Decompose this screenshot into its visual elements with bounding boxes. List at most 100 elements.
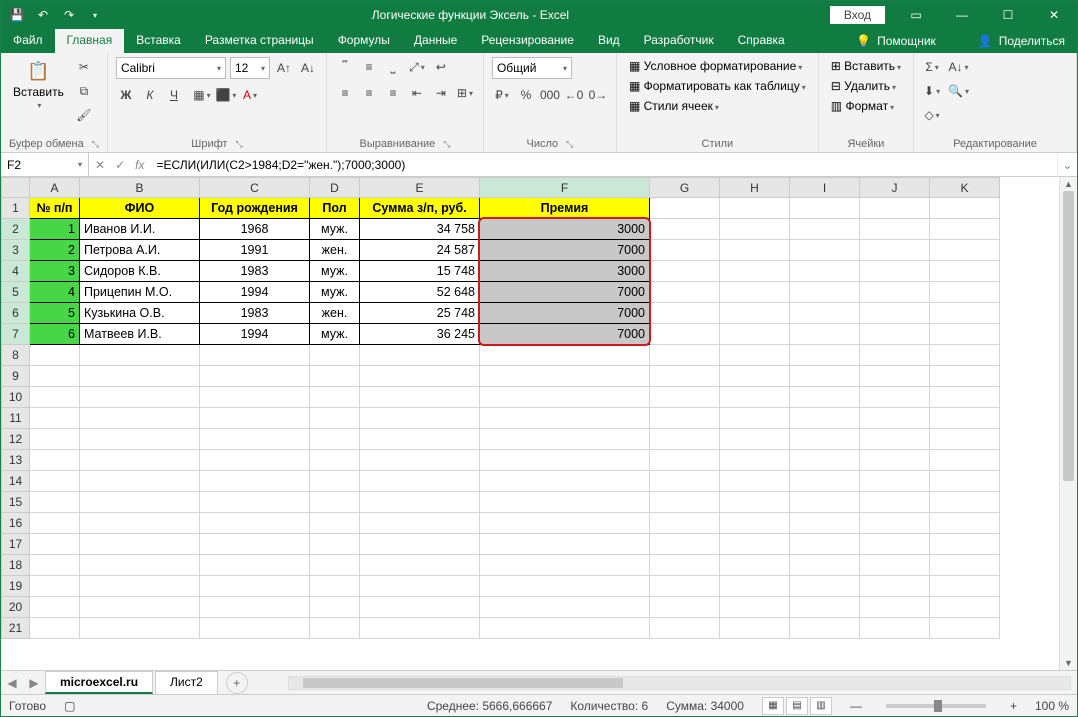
cell[interactable] [310, 387, 360, 408]
cell[interactable] [650, 282, 720, 303]
cell[interactable] [790, 219, 860, 240]
cell[interactable] [200, 513, 310, 534]
cell[interactable] [720, 534, 790, 555]
cell[interactable] [30, 408, 80, 429]
share-icon[interactable]: 👤 [978, 34, 993, 48]
cell[interactable] [720, 513, 790, 534]
cell[interactable] [860, 366, 930, 387]
cell[interactable] [200, 576, 310, 597]
share-button[interactable]: Поделиться [999, 34, 1065, 48]
cell[interactable] [790, 471, 860, 492]
cell[interactable]: 1968 [200, 219, 310, 240]
cell[interactable]: 1 [30, 219, 80, 240]
cell[interactable] [360, 513, 480, 534]
cell[interactable]: муж. [310, 282, 360, 303]
column-header[interactable]: F [480, 178, 650, 198]
cell[interactable] [860, 450, 930, 471]
cell[interactable] [360, 597, 480, 618]
cell[interactable] [480, 450, 650, 471]
cell[interactable] [720, 387, 790, 408]
cell[interactable] [200, 387, 310, 408]
cell[interactable]: 7000 [480, 282, 650, 303]
cell[interactable] [720, 429, 790, 450]
cell[interactable]: Сидоров К.В. [80, 261, 200, 282]
cell[interactable] [360, 408, 480, 429]
delete-cells-button[interactable]: ⊟ Удалить▾ [827, 77, 900, 95]
cell[interactable] [790, 513, 860, 534]
column-header[interactable]: B [80, 178, 200, 198]
cell[interactable] [930, 282, 1000, 303]
cell[interactable] [650, 471, 720, 492]
zoom-slider[interactable] [886, 704, 986, 708]
cell[interactable]: 7000 [480, 303, 650, 324]
scroll-up-icon[interactable]: ▲ [1060, 177, 1077, 191]
cell[interactable] [200, 366, 310, 387]
cell[interactable] [360, 387, 480, 408]
cell[interactable] [80, 408, 200, 429]
cell[interactable] [860, 576, 930, 597]
tab-вид[interactable]: Вид [586, 29, 632, 53]
row-header[interactable]: 1 [2, 198, 30, 219]
cell[interactable] [930, 429, 1000, 450]
cell[interactable]: 3000 [480, 261, 650, 282]
orientation-icon[interactable]: ⤢▾ [407, 57, 427, 77]
row-header[interactable]: 15 [2, 492, 30, 513]
enter-formula-icon[interactable]: ✓ [115, 158, 125, 172]
cell[interactable] [80, 450, 200, 471]
increase-indent-icon[interactable]: ⇥ [431, 83, 451, 103]
cell[interactable] [790, 618, 860, 639]
cell[interactable] [30, 387, 80, 408]
conditional-format-button[interactable]: ▦ Условное форматирование▾ [625, 57, 806, 75]
row-header[interactable]: 17 [2, 534, 30, 555]
cell[interactable]: 24 587 [360, 240, 480, 261]
cell[interactable] [650, 240, 720, 261]
cell[interactable] [790, 576, 860, 597]
border-icon[interactable]: ▦▾ [192, 85, 212, 105]
cell[interactable] [310, 492, 360, 513]
cell[interactable] [30, 576, 80, 597]
cell[interactable] [360, 471, 480, 492]
cell[interactable]: Пол [310, 198, 360, 219]
cell[interactable] [30, 471, 80, 492]
cell[interactable] [650, 534, 720, 555]
minimize-icon[interactable]: — [939, 1, 985, 29]
decrease-font-icon[interactable]: A↓ [298, 58, 318, 78]
row-header[interactable]: 2 [2, 219, 30, 240]
cell[interactable] [360, 555, 480, 576]
cell[interactable] [720, 240, 790, 261]
cell[interactable] [860, 492, 930, 513]
cell[interactable] [860, 324, 930, 345]
cell[interactable]: 1983 [200, 303, 310, 324]
cell[interactable] [650, 597, 720, 618]
font-name-combo[interactable]: Calibri▾ [116, 57, 226, 79]
macro-record-icon[interactable]: ▢ [64, 699, 75, 713]
cell[interactable]: Петрова А.И. [80, 240, 200, 261]
cell[interactable]: 34 758 [360, 219, 480, 240]
row-header[interactable]: 7 [2, 324, 30, 345]
cell[interactable] [80, 513, 200, 534]
cell[interactable] [360, 576, 480, 597]
cell[interactable] [30, 618, 80, 639]
scroll-thumb[interactable] [1063, 191, 1074, 481]
zoom-in-icon[interactable]: + [1010, 699, 1017, 713]
cell[interactable] [200, 471, 310, 492]
sheet-tab[interactable]: microexcel.ru [45, 671, 153, 694]
cell[interactable]: 6 [30, 324, 80, 345]
font-style-Ч[interactable]: Ч [164, 85, 184, 105]
cell[interactable] [860, 303, 930, 324]
cell[interactable] [200, 408, 310, 429]
cell[interactable] [310, 576, 360, 597]
horizontal-scrollbar[interactable] [288, 676, 1071, 690]
qat-customize-icon[interactable]: ▾ [87, 7, 103, 23]
clear-icon[interactable]: ◇▾ [922, 105, 942, 125]
redo-icon[interactable]: ↷ [61, 7, 77, 23]
cell[interactable] [930, 261, 1000, 282]
cell[interactable] [80, 597, 200, 618]
cell[interactable] [650, 303, 720, 324]
normal-view-icon[interactable]: ▦ [762, 697, 784, 715]
dialog-launcher-icon[interactable]: ⤡ [92, 139, 99, 150]
cell[interactable] [650, 618, 720, 639]
align-bottom-icon[interactable]: ⎵ [383, 57, 403, 77]
cell[interactable] [860, 240, 930, 261]
dialog-launcher-icon[interactable]: ⤡ [235, 139, 242, 150]
